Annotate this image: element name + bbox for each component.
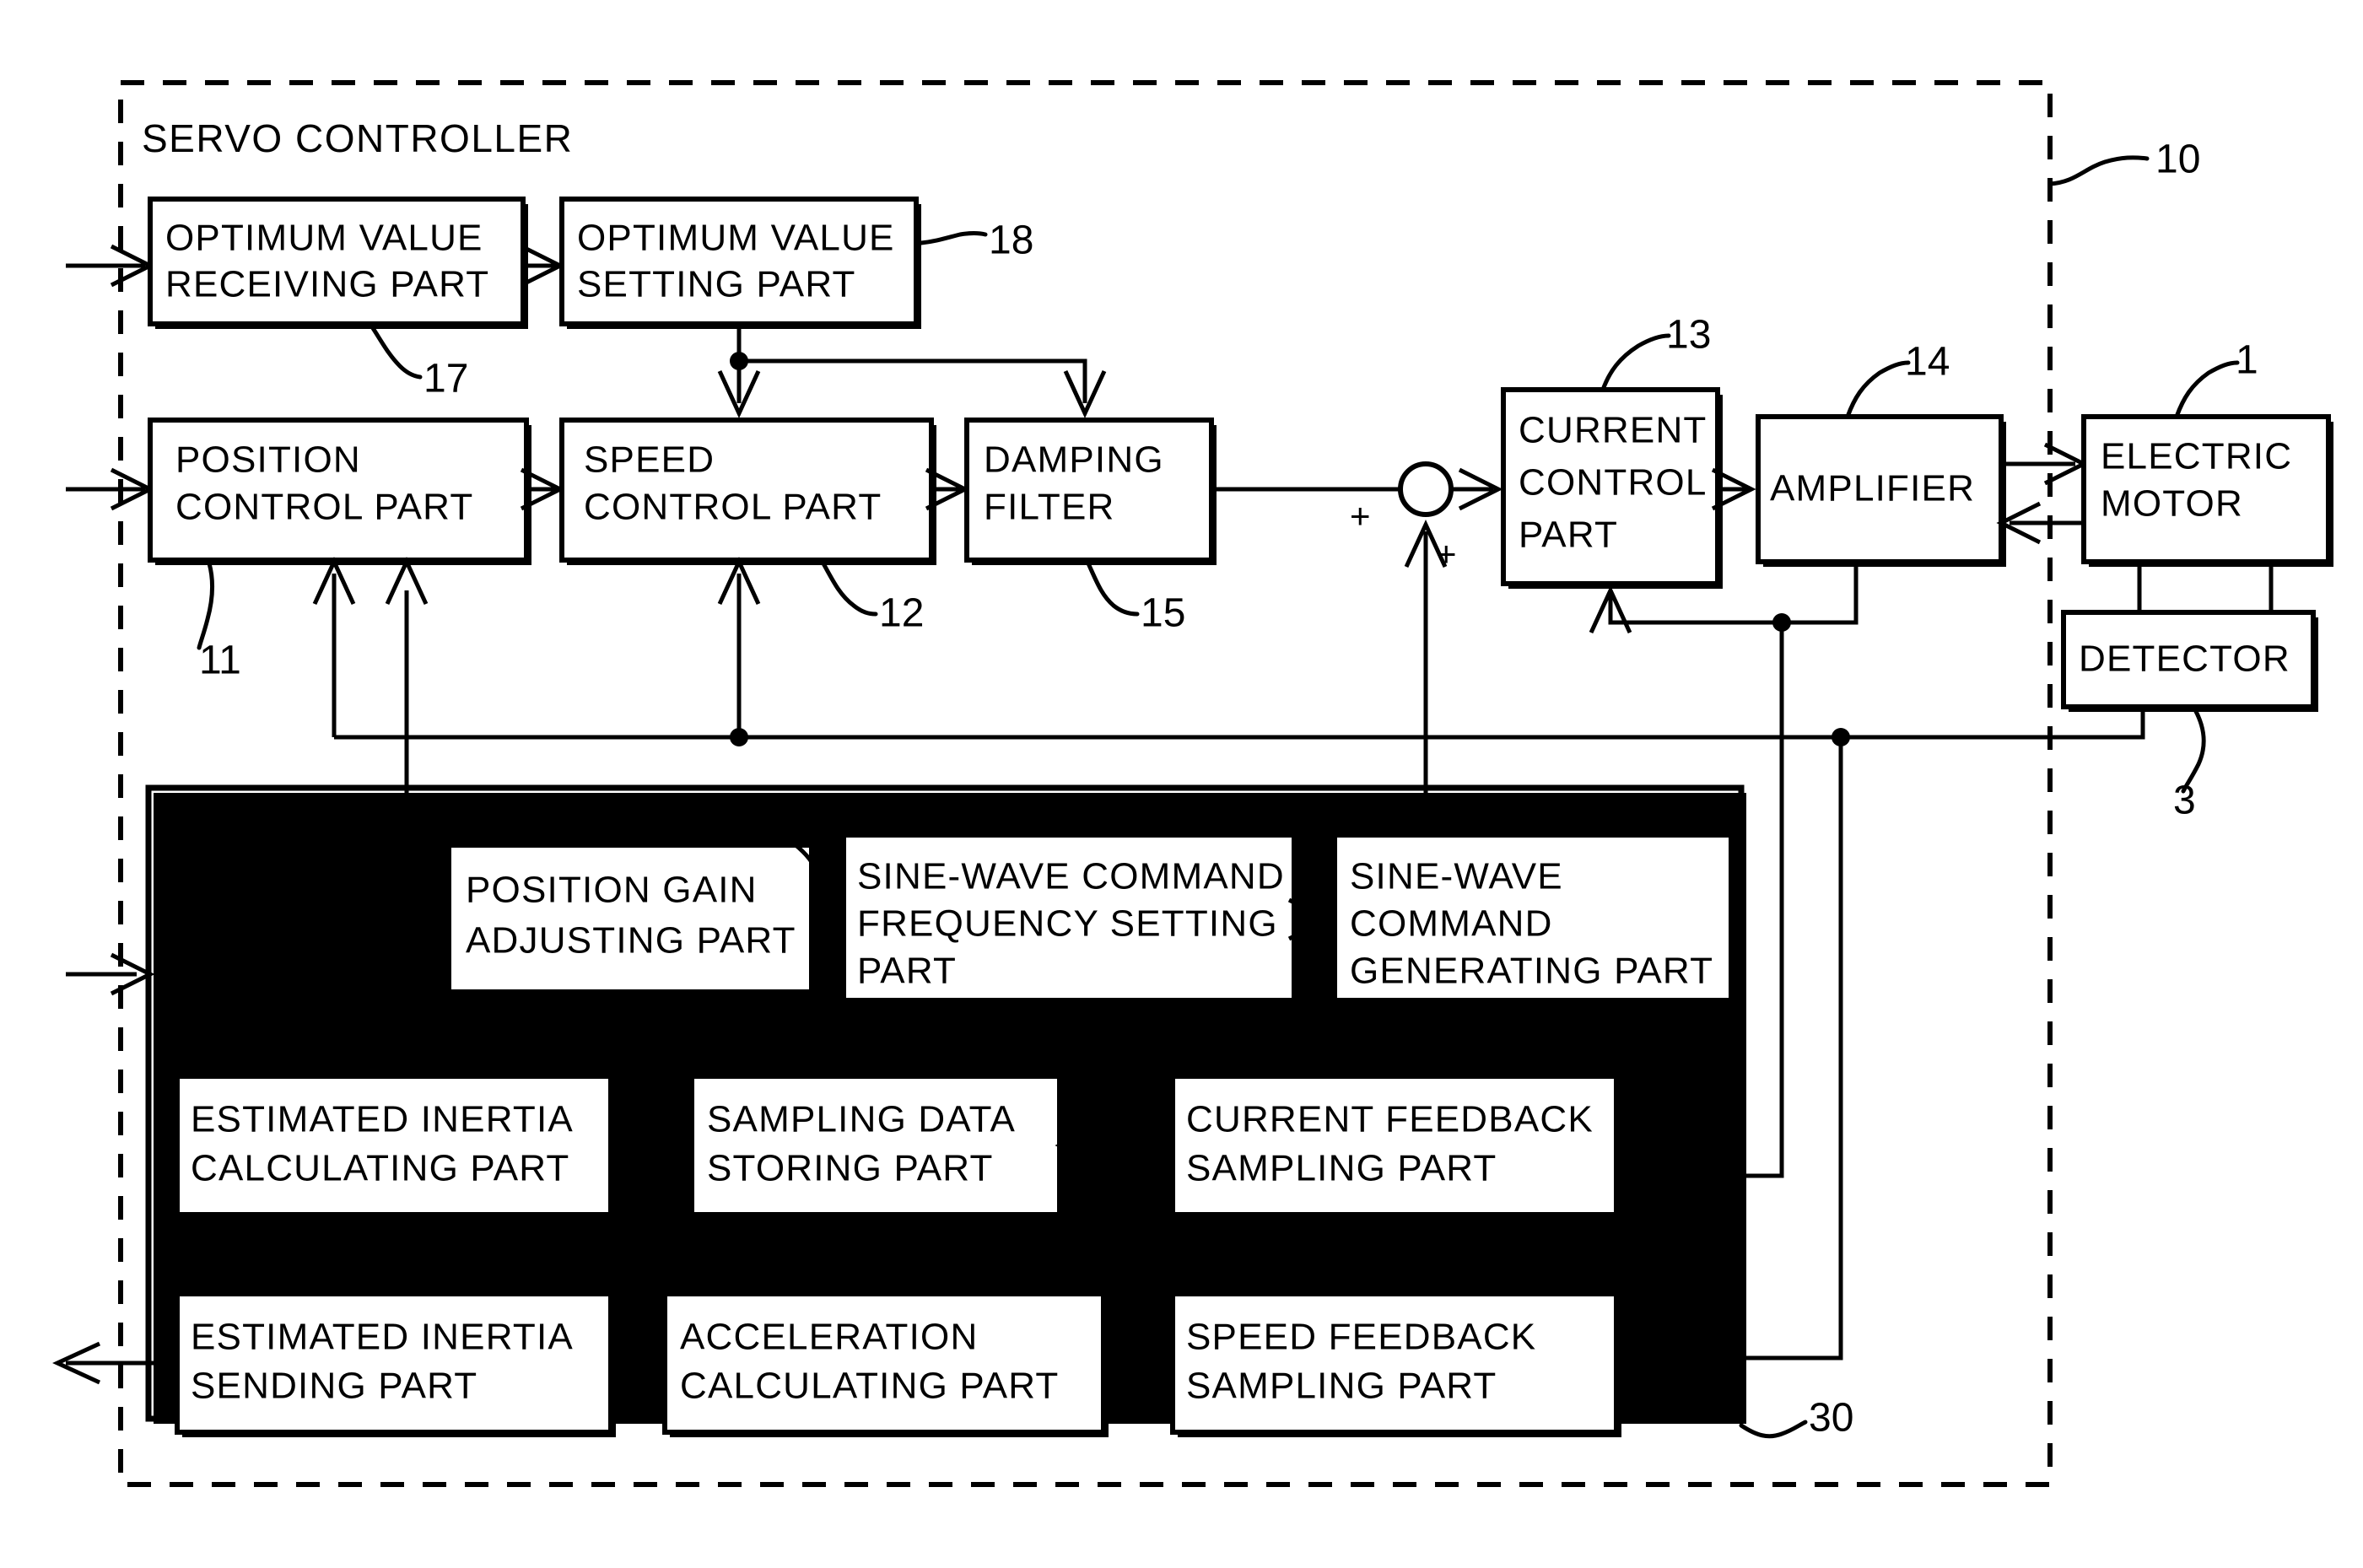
leader-17 [369, 323, 423, 380]
block-estimated-inertia-sending-part[interactable] [175, 1291, 613, 1435]
group-inertia-label-line-1: INERTIA [165, 816, 318, 858]
ref-33: 33 [1559, 1222, 1604, 1267]
block-optimum-value-setting-part-line-2: SETTING PART [577, 264, 856, 305]
block-est-inertia-calc-line-2: CALCULATING PART [191, 1148, 570, 1189]
bus-optimum-setting-out [736, 329, 1087, 403]
block-detector-label: DETECTOR [2079, 639, 2290, 680]
block-damping-filter-line-2: FILTER [984, 487, 1115, 528]
leader-10 [2047, 155, 2150, 186]
ref-38: 38 [511, 1013, 556, 1058]
block-position-control-part-line-1: POSITION [175, 439, 361, 481]
block-est-inertia-sending-line-1: ESTIMATED INERTIA [191, 1317, 574, 1358]
ref-15: 15 [1141, 591, 1185, 636]
leader-11 [197, 561, 215, 650]
block-position-gain-adjusting-part[interactable] [446, 843, 814, 994]
ref-3: 3 [2173, 779, 2196, 823]
ref-35: 35 [1001, 1237, 1045, 1282]
ref-34: 34 [943, 1021, 988, 1066]
block-optimum-value-receiving-part-line-2: RECEIVING PART [165, 264, 489, 305]
group-inertia-label-line-2: ESTIMATING [165, 863, 400, 904]
ref-11: 11 [199, 639, 241, 683]
leader-15 [1086, 561, 1140, 617]
block-speed-control-part-line-1: SPEED [584, 439, 715, 481]
ref-18: 18 [989, 218, 1033, 263]
ref-14: 14 [1905, 340, 1950, 385]
ref-37: 37 [503, 1237, 548, 1282]
block-current-control-part-line-3: PART [1519, 515, 1618, 556]
leader-30 [1739, 1420, 1808, 1439]
ref-10: 10 [2155, 137, 2200, 182]
ref-39: 39 [722, 799, 767, 843]
block-optimum-value-receiving-part-line-1: OPTIMUM VALUE [165, 218, 483, 259]
block-sine-gen-line-1: SINE-WAVE [1350, 856, 1563, 897]
ref-31: 31 [1427, 1018, 1472, 1063]
block-acceleration-calculating-part[interactable] [662, 1291, 1106, 1435]
block-position-control-part-line-2: CONTROL PART [175, 487, 473, 528]
block-electric-motor-line-1: ELECTRIC [2101, 436, 2292, 477]
block-sine-gen-line-2: COMMAND [1350, 903, 1553, 945]
block-speed-fb-sampling-line-2: SAMPLING PART [1186, 1366, 1497, 1407]
block-current-fb-sampling-line-2: SAMPLING PART [1186, 1148, 1497, 1189]
block-sine-freq-line-2: FREQUENCY SETTING [857, 903, 1278, 945]
block-sampling-data-storing-part[interactable] [689, 1074, 1062, 1217]
leader-14 [1845, 360, 1911, 419]
block-sampling-data-storing-line-2: STORING PART [707, 1148, 994, 1189]
ref-12: 12 [879, 591, 924, 636]
block-speed-feedback-sampling-part[interactable] [1170, 1291, 1619, 1435]
group-inertia-label-line-3: PART [165, 909, 265, 951]
block-sine-freq-line-1: SINE-WAVE COMMAND [857, 856, 1285, 897]
ref-36: 36 [224, 1023, 269, 1068]
ref-30: 30 [1809, 1396, 1853, 1441]
patent-figure: SERVO CONTROLLER 10 OPTIMUM VALUE RECEIV… [0, 0, 2363, 1568]
page-title: SERVO CONTROLLER [142, 116, 573, 160]
junction-dot-speed-bus [730, 728, 748, 746]
block-sine-freq-line-3: PART [857, 951, 957, 992]
block-current-control-part-line-2: CONTROL [1519, 462, 1708, 504]
block-current-feedback-sampling-part[interactable] [1170, 1074, 1619, 1217]
ref-1: 1 [2236, 338, 2258, 383]
block-sine-gen-line-3: GENERATING PART [1350, 951, 1713, 992]
block-current-control-part-line-1: CURRENT [1519, 410, 1708, 451]
block-current-fb-sampling-line-1: CURRENT FEEDBACK [1186, 1099, 1594, 1140]
summing-junction [1398, 461, 1454, 517]
block-est-inertia-calc-line-1: ESTIMATED INERTIA [191, 1099, 574, 1140]
ref-13: 13 [1666, 313, 1711, 358]
block-position-gain-adjusting-part-line-2: ADJUSTING PART [466, 920, 796, 962]
block-est-inertia-sending-line-2: SENDING PART [191, 1366, 477, 1407]
ref-17: 17 [424, 357, 468, 401]
block-speed-control-part-line-2: CONTROL PART [584, 487, 882, 528]
block-electric-motor-line-2: MOTOR [2101, 483, 2243, 525]
leader-1 [2174, 360, 2240, 419]
leader-18 [919, 231, 988, 245]
block-diagram-canvas: SERVO CONTROLLER 10 OPTIMUM VALUE RECEIV… [52, 80, 2333, 1487]
junction-dot-optimum-bus [730, 352, 748, 370]
block-amplifier-label: AMPLIFIER [1770, 468, 1975, 509]
summing-junction-plus-left: + [1350, 496, 1371, 536]
leader-13 [1600, 333, 1671, 392]
block-optimum-value-setting-part-line-1: OPTIMUM VALUE [577, 218, 895, 259]
block-damping-filter-line-1: DAMPING [984, 439, 1164, 481]
leader-12 [821, 561, 878, 617]
block-sampling-data-storing-line-1: SAMPLING DATA [707, 1099, 1016, 1140]
ref-32: 32 [1217, 1231, 1261, 1275]
block-position-gain-adjusting-part-line-1: POSITION GAIN [466, 870, 758, 911]
block-estimated-inertia-calculating-part[interactable] [175, 1074, 613, 1217]
bus-detector-feedback [334, 707, 2145, 740]
block-speed-fb-sampling-line-1: SPEED FEEDBACK [1186, 1317, 1536, 1358]
block-accel-calc-line-2: CALCULATING PART [680, 1366, 1060, 1407]
block-accel-calc-line-1: ACCELERATION [680, 1317, 978, 1358]
